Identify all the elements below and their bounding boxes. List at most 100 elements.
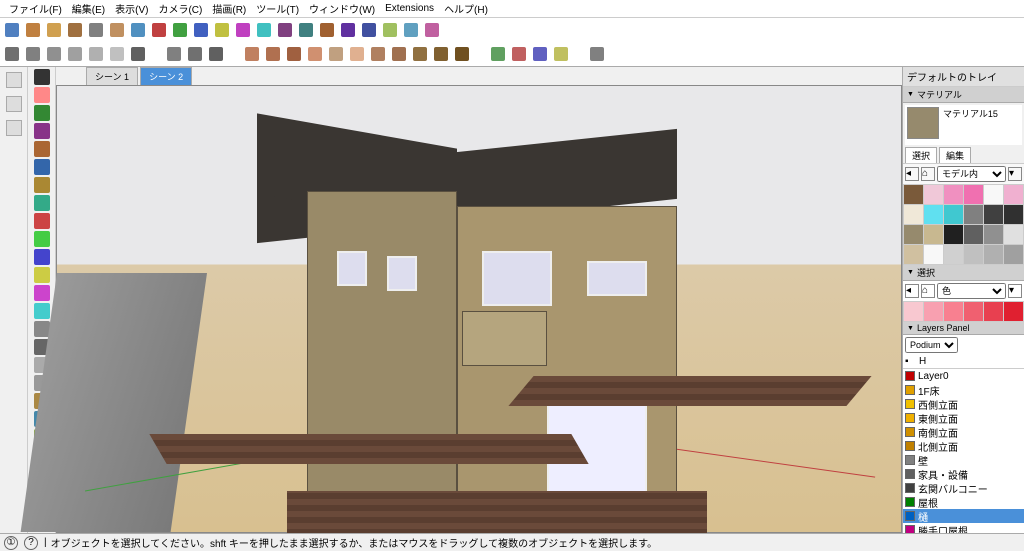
layer-row[interactable]: 壁 bbox=[903, 453, 1024, 467]
img3-button[interactable] bbox=[422, 20, 442, 40]
orbit-tool[interactable] bbox=[34, 321, 50, 337]
g6-button[interactable] bbox=[107, 44, 127, 64]
material-swatch[interactable] bbox=[944, 245, 963, 264]
r4-button[interactable] bbox=[305, 44, 325, 64]
g2-button[interactable] bbox=[23, 44, 43, 64]
color-swatch[interactable] bbox=[924, 302, 943, 321]
layers-panel-header[interactable]: Layers Panel bbox=[903, 322, 1024, 335]
back-icon[interactable]: ◂ bbox=[905, 284, 919, 298]
r5-button[interactable] bbox=[326, 44, 346, 64]
scale-tool[interactable] bbox=[34, 249, 50, 265]
mat10-button[interactable] bbox=[338, 20, 358, 40]
rect-tool[interactable] bbox=[34, 141, 50, 157]
box-button[interactable] bbox=[107, 20, 127, 40]
text-tool[interactable] bbox=[34, 285, 50, 301]
material-mode-tab[interactable]: 選択 bbox=[905, 147, 937, 163]
mat1-button[interactable] bbox=[149, 20, 169, 40]
material-swatch[interactable] bbox=[1004, 205, 1023, 224]
r2-button[interactable] bbox=[263, 44, 283, 64]
img2-button[interactable] bbox=[401, 20, 421, 40]
home-icon[interactable]: ⌂ bbox=[921, 284, 935, 298]
scene-tab[interactable]: シーン 1 bbox=[86, 67, 138, 85]
g7-button[interactable] bbox=[128, 44, 148, 64]
r9-button[interactable] bbox=[410, 44, 430, 64]
mat6-button[interactable] bbox=[254, 20, 274, 40]
help-icon[interactable]: ? bbox=[24, 536, 38, 550]
color-swatch[interactable] bbox=[1004, 302, 1023, 321]
layer-row[interactable]: 東側立面 bbox=[903, 411, 1024, 425]
mat7-button[interactable] bbox=[275, 20, 295, 40]
material-swatch[interactable] bbox=[984, 245, 1003, 264]
layer-row[interactable]: 南側立面 bbox=[903, 425, 1024, 439]
select-mode-select[interactable]: 色 bbox=[937, 283, 1006, 299]
menu-item[interactable]: ツール(T) bbox=[251, 1, 304, 16]
g3-button[interactable] bbox=[44, 44, 64, 64]
material-current-swatch[interactable] bbox=[907, 107, 939, 139]
dropdown-icon[interactable]: ▾ bbox=[1008, 284, 1022, 298]
r11-button[interactable] bbox=[452, 44, 472, 64]
menu-item[interactable]: 描画(R) bbox=[207, 1, 251, 16]
color-swatch[interactable] bbox=[944, 302, 963, 321]
layer-row[interactable]: 北側立面 bbox=[903, 439, 1024, 453]
globe-button[interactable] bbox=[23, 20, 43, 40]
material-swatch[interactable] bbox=[964, 225, 983, 244]
arc-tool[interactable] bbox=[34, 123, 50, 139]
material-swatch[interactable] bbox=[904, 225, 923, 244]
tape-tool[interactable] bbox=[34, 267, 50, 283]
g1-button[interactable] bbox=[2, 44, 22, 64]
layer-row[interactable]: 西側立面 bbox=[903, 397, 1024, 411]
material-swatch[interactable] bbox=[964, 185, 983, 204]
material-swatch[interactable] bbox=[1004, 185, 1023, 204]
r6-button[interactable] bbox=[347, 44, 367, 64]
grid-button[interactable] bbox=[128, 20, 148, 40]
material-swatch[interactable] bbox=[924, 185, 943, 204]
layers-set-select[interactable]: Podium bbox=[905, 337, 958, 353]
material-swatch[interactable] bbox=[1004, 245, 1023, 264]
move-tool[interactable] bbox=[34, 213, 50, 229]
cubes-button[interactable] bbox=[65, 20, 85, 40]
g4-button[interactable] bbox=[65, 44, 85, 64]
material-swatch[interactable] bbox=[944, 185, 963, 204]
material-panel-header[interactable]: マテリアル bbox=[903, 87, 1024, 103]
circle-tool[interactable] bbox=[34, 159, 50, 175]
blank2-button[interactable] bbox=[3, 93, 25, 115]
menu-item[interactable]: 表示(V) bbox=[110, 1, 153, 16]
layer-row[interactable]: Layer0 bbox=[903, 369, 1024, 383]
material-swatch[interactable] bbox=[904, 205, 923, 224]
r7-button[interactable] bbox=[368, 44, 388, 64]
p1-button[interactable] bbox=[488, 44, 508, 64]
material-swatch[interactable] bbox=[924, 245, 943, 264]
jw-button[interactable] bbox=[359, 20, 379, 40]
cap-button[interactable] bbox=[206, 44, 226, 64]
p4-button[interactable] bbox=[551, 44, 571, 64]
blank3-button[interactable] bbox=[3, 117, 25, 139]
material-mode-tab[interactable]: 編集 bbox=[939, 147, 971, 163]
g5-button[interactable] bbox=[86, 44, 106, 64]
img1-button[interactable] bbox=[380, 20, 400, 40]
new-button[interactable] bbox=[587, 44, 607, 64]
layer-row[interactable]: 玄関バルコニー bbox=[903, 481, 1024, 495]
r3-button[interactable] bbox=[284, 44, 304, 64]
back-icon[interactable]: ◂ bbox=[905, 167, 919, 181]
select-panel-header[interactable]: 選択 bbox=[903, 265, 1024, 281]
material-swatch[interactable] bbox=[984, 185, 1003, 204]
menu-item[interactable]: Extensions bbox=[380, 3, 439, 14]
eraser-tool[interactable] bbox=[34, 87, 50, 103]
paint-tool[interactable] bbox=[34, 303, 50, 319]
r1-button[interactable] bbox=[242, 44, 262, 64]
gear-button[interactable] bbox=[86, 20, 106, 40]
layer-row[interactable]: 1F床 bbox=[903, 383, 1024, 397]
r8-button[interactable] bbox=[389, 44, 409, 64]
material-swatch[interactable] bbox=[984, 205, 1003, 224]
material-swatch[interactable] bbox=[904, 245, 923, 264]
menu-item[interactable]: カメラ(C) bbox=[153, 1, 207, 16]
layer-row[interactable]: 家具・設備 bbox=[903, 467, 1024, 481]
mat4-button[interactable] bbox=[212, 20, 232, 40]
home-icon[interactable]: ⌂ bbox=[921, 167, 935, 181]
menu-item[interactable]: ファイル(F) bbox=[4, 1, 67, 16]
eye-button[interactable] bbox=[164, 44, 184, 64]
material-swatch[interactable] bbox=[944, 205, 963, 224]
material-swatch[interactable] bbox=[904, 185, 923, 204]
color-swatch[interactable] bbox=[904, 302, 923, 321]
layer-row[interactable]: 樋 bbox=[903, 509, 1024, 523]
